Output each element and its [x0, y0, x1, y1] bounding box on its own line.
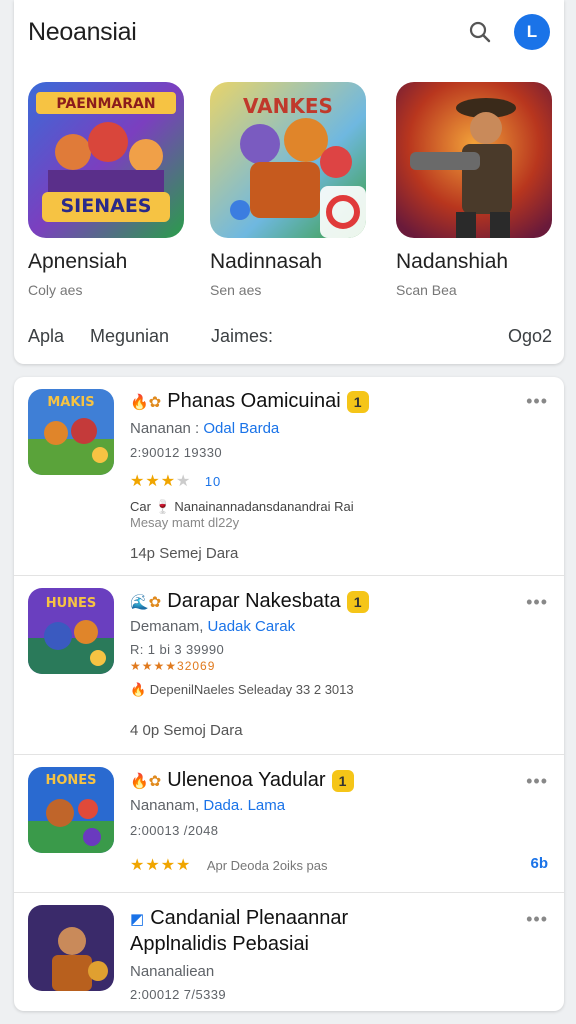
- featured-app-1-name: Apnensiah: [28, 250, 128, 273]
- list-item-1-title: 🔥✿ Phanas Oamicuinai 1: [130, 390, 369, 413]
- app-title: Neoansiai: [28, 18, 137, 46]
- list-item-1-dev-prefix: Nananan :: [130, 420, 204, 437]
- featured-app-1-art: PAENMARAN SIENAES: [28, 82, 184, 238]
- featured-app-2[interactable]: VANKES Nadinnasah Sen aes: [210, 82, 370, 298]
- more-options-button[interactable]: •••: [526, 771, 548, 792]
- avatar[interactable]: L: [514, 14, 550, 50]
- list-item-3-badge: 1: [331, 769, 354, 792]
- list-item-2-title: 🌊✿ Darapar Nakesbata 1: [130, 590, 369, 613]
- list-item-3-meta: 2:00013 /2048: [130, 823, 219, 838]
- featured-app-2-art: VANKES: [210, 82, 366, 238]
- list-item-3-icon-label: HONES: [45, 773, 97, 788]
- search-button[interactable]: [462, 14, 498, 50]
- list-item-3-title: 🔥✿ Ulenenoa Yadular 1: [130, 769, 354, 792]
- list-item-1-icon-label: MAKIS: [47, 395, 95, 410]
- featured-app-1[interactable]: PAENMARAN SIENAES Apnensiah Coly aes: [28, 82, 188, 298]
- list-item[interactable]: MAKIS 🔥✿ Phanas Oamicuinai 1 Nananan : O…: [14, 377, 564, 575]
- list-item-1-icon: MAKIS: [28, 389, 114, 475]
- list-item-4-title: ◩ Candanial Plenaannar: [130, 907, 348, 930]
- list-item-2-title-text: Darapar Nakesbata: [167, 590, 341, 612]
- list-item-2-meta: R: 1 bi 3 39990: [130, 642, 225, 657]
- app-list: MAKIS 🔥✿ Phanas Oamicuinai 1 Nananan : O…: [14, 377, 564, 1011]
- list-item-3-lead-icon: 🔥✿: [130, 772, 162, 790]
- featured-app-3-name: Nadanshiah: [396, 250, 509, 273]
- list-item-1-lead-icon: 🔥✿: [130, 393, 162, 411]
- list-item-2-footer: 4 0p Semoj Dara: [130, 722, 243, 739]
- tab-4[interactable]: Ogo2: [508, 326, 552, 347]
- featured-app-2-sub: Sen aes: [210, 282, 262, 298]
- list-item-2-dev-prefix: Demanam,: [130, 618, 208, 635]
- list-item-3-developer: Nananam, Dada. Lama: [130, 797, 285, 814]
- list-item-4-icon: [28, 905, 114, 991]
- list-item-2-rating: ★★★★32069: [130, 659, 216, 673]
- list-item-1-info: Car 🍷 Nanainannadansdanandrai Rai: [130, 499, 354, 514]
- list-item-1-title-text: Phanas Oamicuinai: [167, 390, 341, 412]
- list-item-3-dev-prefix: Nananam,: [130, 797, 204, 814]
- featured-app-3-art: [396, 82, 552, 238]
- list-item-4-lead-icon: ◩: [130, 910, 145, 928]
- list-item-1-dev-link[interactable]: Odal Barda: [203, 420, 279, 437]
- list-item-3-extra[interactable]: 6b: [530, 855, 548, 872]
- list-item[interactable]: HONES 🔥✿ Ulenenoa Yadular 1 Nananam, Dad…: [14, 755, 564, 892]
- list-item-4-developer: Nananaliean: [130, 963, 215, 980]
- list-item-1-stars: ★★★: [130, 473, 177, 490]
- list-item-1-stars-off: ★: [176, 473, 192, 490]
- list-item-2-icon: HUNES: [28, 588, 114, 674]
- tab-2[interactable]: Megunian: [90, 326, 169, 347]
- list-item-2-lead-icon: 🌊✿: [130, 593, 162, 611]
- list-item-1-rating: ★★★★ 10: [130, 471, 221, 491]
- svg-text:PAENMARAN: PAENMARAN: [56, 96, 155, 112]
- featured-app-1-banner: SIENAES: [60, 195, 152, 217]
- tab-3[interactable]: Jaimes:: [211, 326, 273, 347]
- list-item-1-badge: 1: [346, 390, 369, 413]
- list-item-3-rating: ★★★★ Apr Deoda 2oiks pas: [130, 855, 328, 875]
- list-item-2-icon-label: HUNES: [45, 596, 97, 611]
- featured-app-2-banner: VANKES: [243, 94, 333, 118]
- featured-app-2-name: Nadinnasah: [210, 250, 323, 273]
- featured-card: Neoansiai L PAENMARAN SIENAES Apnensiah …: [14, 0, 564, 364]
- list-item-2-dev-link[interactable]: Uadak Carak: [208, 618, 296, 635]
- list-item-4-meta: 2:00012 7/5339: [130, 987, 226, 1002]
- list-item[interactable]: HUNES 🌊✿ Darapar Nakesbata 1 Demanam, Ua…: [14, 576, 564, 754]
- list-item[interactable]: ◩ Candanial Plenaannar Applnalidis Pebas…: [14, 893, 564, 1011]
- list-item-3-rating-tag: Apr Deoda 2oiks pas: [206, 858, 328, 873]
- list-item-3-icon: HONES: [28, 767, 114, 853]
- list-item-1-meta: 2:90012 19330: [130, 445, 222, 460]
- list-item-3-dev-link[interactable]: Dada. Lama: [203, 797, 285, 814]
- tab-1[interactable]: Apla: [28, 326, 64, 347]
- featured-app-3[interactable]: Nadanshiah Scan Bea: [396, 82, 556, 298]
- list-item-1-rating-tag: 10: [204, 474, 222, 489]
- list-item-2-developer: Demanam, Uadak Carak: [130, 618, 295, 635]
- list-item-2-badge: 1: [346, 590, 369, 613]
- list-item-1-footer: 14p Semej Dara: [130, 545, 239, 562]
- list-item-4-title-text: Candanial Plenaannar: [150, 907, 349, 929]
- featured-app-3-sub: Scan Bea: [396, 282, 457, 298]
- list-item-2-info: 🔥 DepenilNaeles Seleaday 33 2 3013: [130, 682, 354, 697]
- more-options-button[interactable]: •••: [526, 391, 548, 412]
- more-options-button[interactable]: •••: [526, 592, 548, 613]
- list-item-3-title-text: Ulenenoa Yadular: [167, 769, 326, 791]
- list-item-1-info-2: Mesay mamt dl22y: [130, 515, 240, 530]
- list-item-1-developer: Nananan : Odal Barda: [130, 420, 279, 437]
- search-icon: [469, 21, 491, 43]
- list-item-4-subtitle: Applnalidis Pebasiai: [130, 933, 310, 955]
- list-item-3-stars: ★★★★: [130, 857, 192, 874]
- featured-app-1-sub: Coly aes: [28, 282, 83, 298]
- more-options-button[interactable]: •••: [526, 909, 548, 930]
